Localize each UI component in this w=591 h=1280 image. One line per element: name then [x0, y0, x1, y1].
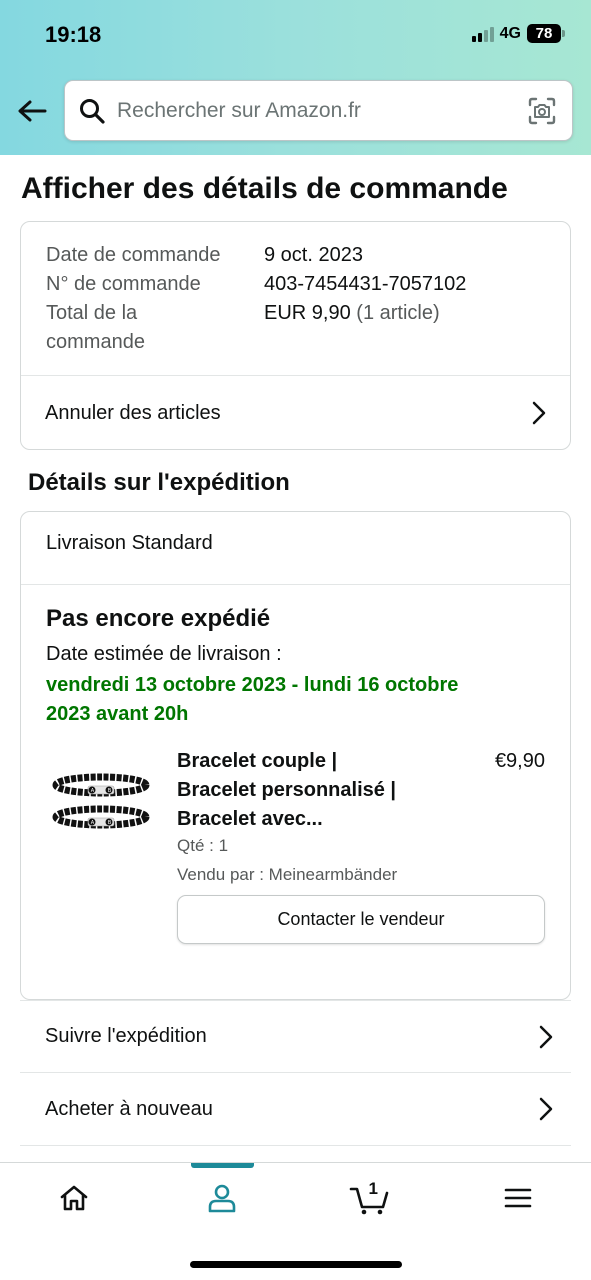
search-bar[interactable]: [64, 80, 573, 141]
product-price: €9,90: [494, 750, 545, 772]
svg-text:A: A: [91, 788, 95, 794]
contact-seller-button[interactable]: Contacter le vendeur: [177, 895, 545, 944]
track-shipment-label: Suivre l'expédition: [45, 1025, 207, 1047]
page-title: Afficher des détails de commande: [21, 172, 508, 205]
order-date-label: Date de commande: [46, 244, 221, 266]
shipment-card: Livraison Standard Pas encore expédié Da…: [20, 511, 571, 1000]
camera-scan-icon[interactable]: [528, 97, 556, 130]
search-input[interactable]: [117, 81, 517, 140]
delivery-estimate-label: Date estimée de livraison :: [46, 643, 282, 665]
chevron-right-icon: [532, 401, 546, 425]
order-summary-card: Date de commande 9 oct. 2023 N° de comma…: [20, 221, 571, 450]
hamburger-menu-icon: [504, 1188, 531, 1208]
order-total-label-line2: commande: [46, 331, 145, 353]
order-number-value: 403-7454431-7057102: [264, 273, 467, 295]
product-image[interactable]: A B A B: [51, 767, 151, 837]
signal-icon: [471, 26, 494, 42]
order-number-label: N° de commande: [46, 273, 201, 295]
shipping-method: Livraison Standard: [46, 532, 213, 554]
chevron-right-icon: [539, 1097, 553, 1121]
track-shipment-link[interactable]: Suivre l'expédition: [20, 1000, 571, 1073]
delivery-estimate-line2: 2023 avant 20h: [46, 703, 189, 725]
status-indicators: 4G 78: [471, 24, 565, 43]
product-seller: Vendu par : Meinearmbänder: [177, 865, 398, 884]
header-area: 19:18 4G 78: [0, 0, 591, 155]
status-time: 19:18: [45, 22, 102, 47]
network-type: 4G: [499, 24, 521, 42]
order-total-count: (1 article): [356, 302, 440, 324]
svg-text:B: B: [108, 788, 112, 794]
delivery-estimate-line1: vendredi 13 octobre 2023 - lundi 16 octo…: [46, 674, 459, 696]
cart-count-badge: 1: [368, 1179, 378, 1198]
order-date-value: 9 oct. 2023: [264, 244, 363, 266]
product-title-line1: Bracelet couple |: [177, 750, 338, 772]
home-indicator[interactable]: [190, 1261, 402, 1268]
divider: [21, 584, 570, 585]
product-title[interactable]: Bracelet couple | Bracelet personnalisé …: [177, 747, 457, 834]
home-icon: [60, 1185, 87, 1211]
svg-text:B: B: [108, 820, 112, 826]
user-icon: [208, 1184, 235, 1213]
order-total-value: EUR 9,90 (1 article): [264, 299, 440, 328]
nav-home[interactable]: [0, 1163, 147, 1233]
nav-cart[interactable]: 1: [296, 1163, 443, 1233]
cancel-items-label: Annuler des articles: [45, 401, 221, 424]
bracelet-top: A B: [52, 773, 150, 797]
svg-text:A: A: [91, 820, 95, 826]
shipment-status: Pas encore expédié: [46, 605, 271, 632]
product-title-line2: Bracelet personnalisé |: [177, 779, 397, 801]
buy-again-link[interactable]: Acheter à nouveau: [20, 1073, 571, 1146]
order-total-amount: EUR 9,90: [264, 302, 351, 324]
product-quantity: Qté : 1: [177, 836, 229, 855]
bracelet-bottom: A B: [52, 805, 150, 829]
battery-icon: 78: [527, 24, 565, 43]
chevron-right-icon: [539, 1025, 553, 1048]
search-icon: [79, 98, 105, 129]
order-total-label-line1: Total de la: [46, 302, 138, 324]
cancel-items-link[interactable]: Annuler des articles: [21, 376, 570, 449]
buy-again-label: Acheter à nouveau: [45, 1097, 213, 1120]
nav-account[interactable]: [148, 1163, 295, 1233]
delivery-estimate-date: vendredi 13 octobre 2023 - lundi 16 octo…: [46, 671, 546, 729]
product-title-line3: Bracelet avec...: [177, 808, 323, 830]
battery-level: 78: [527, 24, 561, 43]
back-arrow-icon[interactable]: [14, 93, 50, 129]
nav-menu[interactable]: [444, 1163, 591, 1233]
shipping-section-title: Détails sur l'expédition: [28, 469, 290, 496]
